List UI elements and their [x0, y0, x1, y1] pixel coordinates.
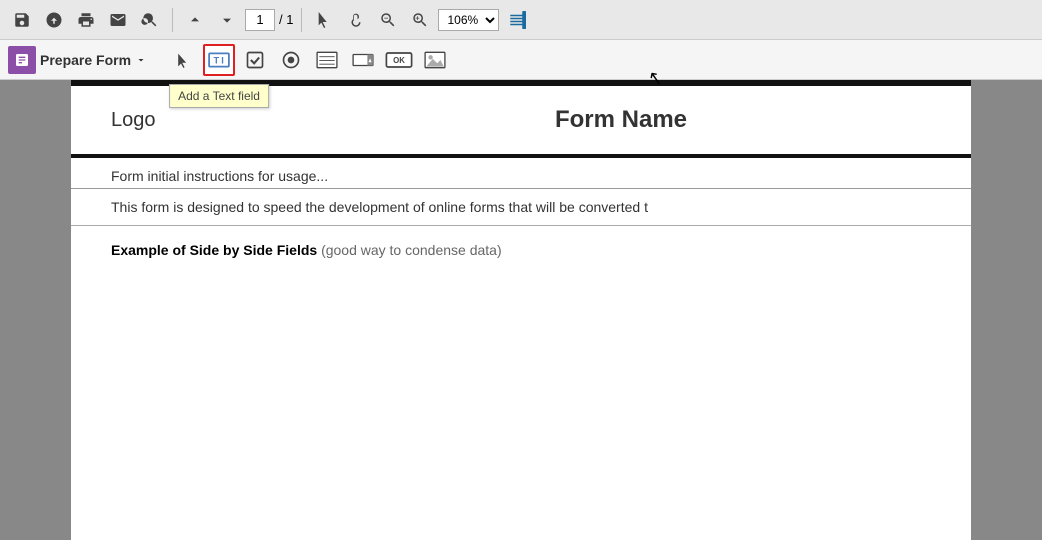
dropdown-tool-button[interactable]	[347, 44, 379, 76]
doc-form-name: Form Name	[311, 106, 931, 134]
list-icon	[316, 50, 338, 70]
prepare-form-icon	[8, 46, 36, 74]
select-cursor-icon[interactable]	[310, 6, 338, 34]
print-icon[interactable]	[72, 6, 100, 34]
zoom-select[interactable]: 106% 100% 75% 150%	[438, 9, 499, 31]
doc-header: Logo Form Name	[71, 86, 971, 154]
page-number-input[interactable]: 1	[245, 9, 275, 31]
doc-logo: Logo	[111, 109, 311, 132]
radio-tool-button[interactable]	[275, 44, 307, 76]
page-total: / 1	[279, 12, 293, 27]
ok-button-tool[interactable]: OK	[383, 44, 415, 76]
checkbox-icon	[245, 50, 265, 70]
select-tool-button[interactable]	[167, 44, 199, 76]
divider-2	[301, 8, 302, 32]
svg-text:OK: OK	[393, 55, 405, 64]
view-icon[interactable]	[503, 6, 531, 34]
page-input-group: 1 / 1	[245, 9, 293, 31]
prepare-toolbar: Prepare Form T I Add a Text field	[0, 40, 1042, 80]
top-toolbar: 1 / 1 106% 100% 75% 150%	[0, 0, 1042, 40]
image-tool-button[interactable]	[419, 44, 451, 76]
search-icon[interactable]	[136, 6, 164, 34]
doc-description: This form is designed to speed the devel…	[71, 195, 971, 226]
prev-page-icon[interactable]	[181, 6, 209, 34]
dropdown-arrow-icon	[135, 54, 147, 66]
zoom-out-icon[interactable]	[374, 6, 402, 34]
upload-icon[interactable]	[40, 6, 68, 34]
divider-1	[172, 8, 173, 32]
zoom-in-icon[interactable]	[406, 6, 434, 34]
doc-instructions: Form initial instructions for usage...	[71, 158, 971, 189]
example-subtitle: (good way to condense data)	[321, 242, 502, 258]
checkbox-tool-button[interactable]	[239, 44, 271, 76]
dropdown-icon	[352, 50, 374, 70]
next-page-icon[interactable]	[213, 6, 241, 34]
email-icon[interactable]	[104, 6, 132, 34]
text-field-icon: T I	[208, 50, 230, 70]
hand-cursor-icon[interactable]	[342, 6, 370, 34]
svg-text:T: T	[214, 55, 220, 65]
prepare-form-label[interactable]: Prepare Form	[8, 46, 147, 74]
example-title-bold: Example of Side by Side Fields	[111, 242, 317, 258]
svg-text:I: I	[221, 55, 224, 65]
document-page: Logo Form Name Form initial instructions…	[71, 80, 971, 540]
ok-icon: OK	[385, 50, 413, 70]
save-icon[interactable]	[8, 6, 36, 34]
list-tool-button[interactable]	[311, 44, 343, 76]
image-icon	[424, 50, 446, 70]
doc-example-title: Example of Side by Side Fields (good way…	[71, 242, 971, 258]
text-field-tool-button[interactable]: T I Add a Text field	[203, 44, 235, 76]
radio-icon	[281, 50, 301, 70]
prepare-form-text: Prepare Form	[40, 52, 131, 68]
document-area: Logo Form Name Form initial instructions…	[0, 80, 1042, 540]
